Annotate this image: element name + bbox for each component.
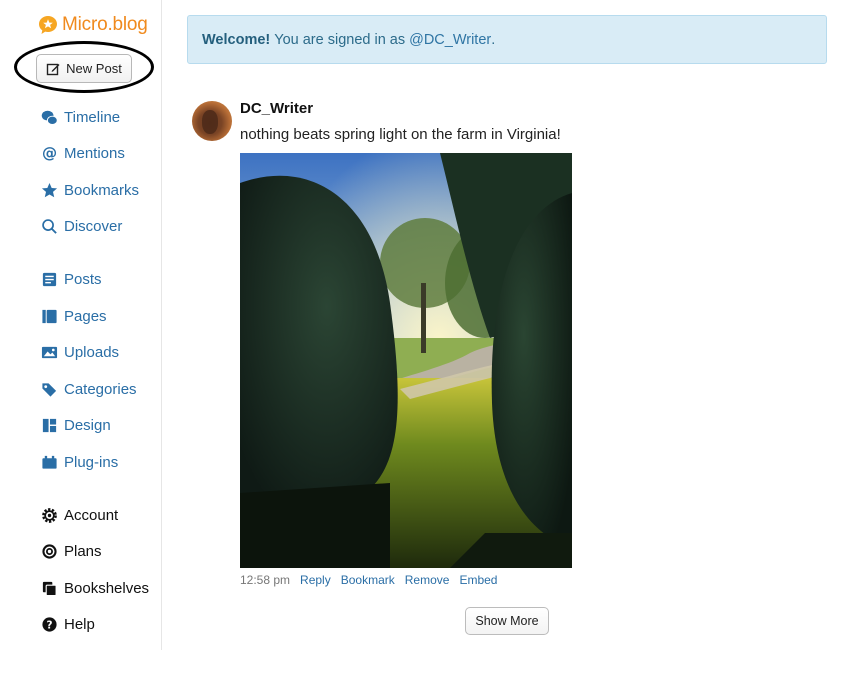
nav-label: Uploads (64, 343, 120, 361)
nav-label: Help (64, 615, 95, 633)
nav-help[interactable]: ? Help (40, 613, 95, 635)
nav-label: Posts (64, 270, 102, 288)
nav-bookmarks[interactable]: Bookmarks (40, 179, 139, 201)
post-text: nothing beats spring light on the farm i… (240, 126, 561, 143)
nav-mentions[interactable]: @ Mentions (40, 142, 125, 164)
nav-categories[interactable]: Categories (40, 378, 137, 400)
at-sign-icon: @ (40, 144, 58, 162)
nav-timeline[interactable]: Timeline (40, 106, 120, 128)
nav-posts[interactable]: Posts (40, 268, 102, 290)
nav-label: Bookshelves (64, 579, 150, 597)
svg-text:@: @ (41, 145, 56, 162)
nav-label: Pages (64, 307, 107, 325)
nav-label: Mentions (64, 144, 125, 162)
help-circle-icon: ? (40, 615, 58, 633)
plug-in-box-icon (40, 453, 58, 471)
new-post-button[interactable]: New Post (36, 54, 132, 83)
nav-discover[interactable]: Discover (40, 215, 122, 237)
tags-icon (40, 380, 58, 398)
banner-message: You are signed in as (274, 31, 406, 48)
nav-label: Timeline (64, 108, 121, 126)
layout-icon (40, 416, 58, 434)
new-post-label: New Post (66, 61, 122, 76)
nav-plugins[interactable]: Plug-ins (40, 451, 118, 473)
bookmark-link[interactable]: Bookmark (341, 573, 395, 587)
document-icon (40, 270, 58, 288)
remove-link[interactable]: Remove (405, 573, 450, 587)
brand-name: Micro.blog (62, 14, 148, 35)
sidebar: Micro.blog New Post Timeline @ Mentions … (0, 0, 162, 650)
show-more-button[interactable]: Show More (465, 607, 549, 635)
banner-end: . (491, 31, 496, 48)
nav-uploads[interactable]: Uploads (40, 341, 119, 363)
chat-bubbles-icon (40, 108, 58, 126)
nav-label: Account (64, 506, 119, 524)
nav-account[interactable]: Account (40, 504, 118, 526)
banner-welcome: Welcome! (202, 31, 271, 48)
nav-label: Bookmarks (64, 181, 140, 199)
nav-bookshelves[interactable]: Bookshelves (40, 577, 149, 599)
books-icon (40, 579, 58, 597)
search-icon (40, 217, 58, 235)
nav-label: Discover (64, 217, 123, 235)
post-time-link[interactable]: 12:58 pm (240, 573, 290, 587)
star-icon (40, 181, 58, 199)
embed-link[interactable]: Embed (459, 573, 497, 587)
compose-icon (46, 63, 60, 75)
post-photo[interactable] (240, 153, 572, 568)
post-author[interactable]: DC_Writer (240, 100, 313, 117)
brand[interactable]: Micro.blog (38, 14, 148, 36)
nav-pages[interactable]: Pages (40, 305, 107, 327)
nav-plans[interactable]: Plans (40, 540, 102, 562)
pages-icon (40, 307, 58, 325)
banner-username-link[interactable]: @DC_Writer (409, 32, 491, 48)
gear-icon (40, 506, 58, 524)
welcome-banner: Welcome! You are signed in as @DC_Writer… (187, 15, 827, 64)
image-icon (40, 343, 58, 361)
nav-label: Plans (64, 542, 102, 560)
post-meta: 12:58 pm Reply Bookmark Remove Embed (240, 573, 507, 587)
svg-text:?: ? (46, 619, 52, 631)
reply-link[interactable]: Reply (300, 573, 331, 587)
nav-label: Plug-ins (64, 453, 119, 471)
micro-blog-logo-icon (39, 16, 57, 34)
nav-label: Design (64, 416, 111, 434)
nav-label: Categories (64, 380, 137, 398)
plans-badge-icon (40, 542, 58, 560)
avatar[interactable] (192, 101, 232, 141)
nav-design[interactable]: Design (40, 414, 111, 436)
